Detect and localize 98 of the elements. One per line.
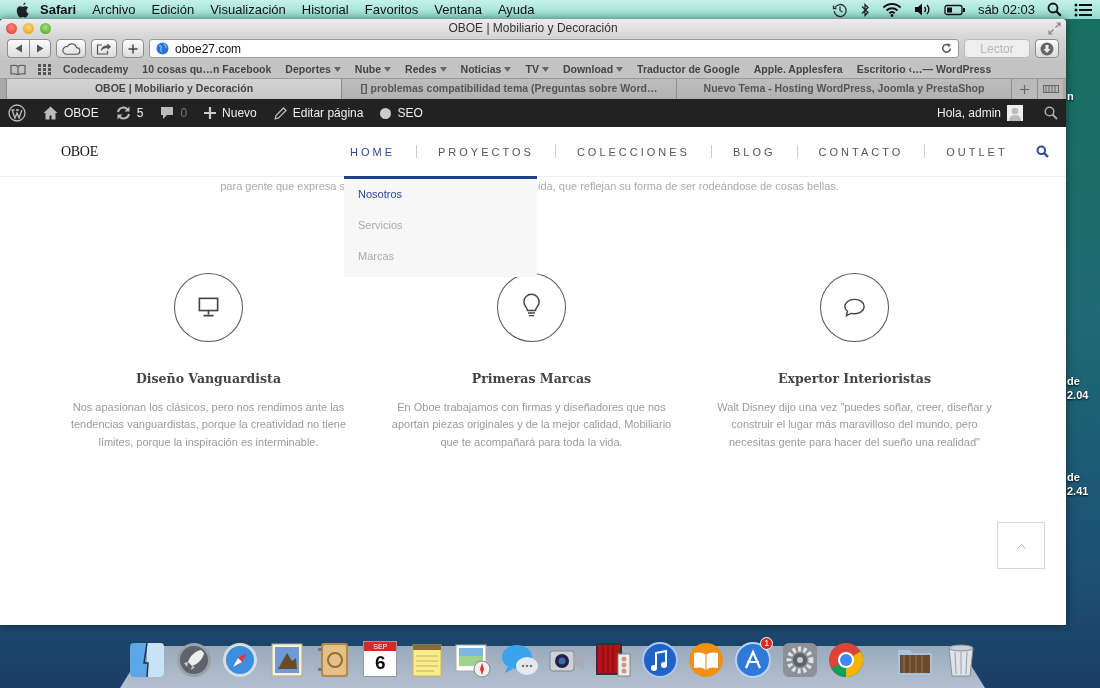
bookmark-link[interactable]: Download — [562, 63, 624, 75]
feature-text: En Oboe trabajamos con firmas y diseñadores que nos aportan piezas originales y de la mejor calidad. Mobiliario que te acompañará para toda la vida. — [390, 400, 673, 450]
search-icon[interactable] — [1047, 2, 1062, 17]
battery-icon[interactable] — [943, 3, 966, 16]
clock-text[interactable]: sáb 02:03 — [977, 2, 1035, 17]
admin-bar-link[interactable]: Hola, admin — [936, 106, 1001, 120]
menu-item[interactable]: Favoritos — [364, 2, 419, 17]
grid-icon[interactable] — [38, 63, 51, 75]
bookmark-link[interactable]: TV — [525, 63, 549, 75]
back-button[interactable] — [7, 39, 29, 58]
bookmark-link[interactable]: Codecademy — [63, 63, 129, 75]
download-icon — [1040, 41, 1054, 56]
bookmark-link[interactable]: Escritorio ‹…— WordPress — [856, 63, 992, 75]
browser-tab[interactable]: OBOE | Mobiliario y Decoración — [6, 79, 341, 99]
feature-title: Primeras Marcas — [471, 371, 592, 386]
wordpress-logo-icon — [8, 104, 26, 122]
menu-item[interactable]: Safari — [40, 2, 77, 17]
search-icon[interactable] — [1035, 145, 1049, 158]
dropdown-item[interactable]: Nosotros — [344, 184, 537, 215]
menu-item[interactable]: Ventana — [434, 2, 482, 17]
desktop-icon-label[interactable]: 2.04 — [1067, 389, 1089, 401]
dot-icon — [380, 107, 392, 119]
tabs-overview-icon — [1042, 85, 1059, 93]
forward-arrow-icon — [36, 44, 44, 53]
expand-arrows-icon[interactable] — [1048, 22, 1061, 35]
tab-overview-button[interactable] — [1037, 79, 1063, 99]
desktop-icon-label[interactable]: 2.41 — [1067, 485, 1089, 497]
menu-item[interactable]: Historial — [301, 2, 349, 17]
nav-link[interactable]: PROYECTOS — [438, 146, 534, 158]
feature-title: Expertor Interioristas — [778, 371, 931, 386]
feature-text: Nos apasionan los clásicos, pero nos rendimos ante las tendencias vanguardistas, porque la creatividad no tiene límites, porque la inspiración es interminable. — [69, 400, 348, 450]
share-icon — [96, 42, 112, 55]
plus-icon — [204, 107, 217, 119]
notification-badge: 1 — [760, 637, 774, 650]
caret-up-icon — [1016, 542, 1026, 549]
cloud-icon — [61, 42, 81, 55]
bookmark-link[interactable]: Nube — [354, 63, 392, 75]
nav-link[interactable]: BLOG — [732, 146, 776, 158]
forward-button[interactable] — [29, 39, 51, 58]
reload-icon[interactable] — [941, 43, 952, 54]
feature-text: Walt Disney dijo una vez "puedes soñar, creer, diseñar y construir el lugar más maravilloso del mundo, pero necesitas gente para hacer del sueño una realidad" — [716, 400, 993, 450]
admin-bar-link[interactable]: OBOE — [64, 106, 99, 120]
admin-bar-link[interactable]: SEO — [397, 106, 423, 120]
bookmark-link[interactable]: Deportes — [285, 63, 341, 75]
avatar-icon — [1007, 105, 1023, 121]
house-icon — [43, 106, 58, 120]
close-button[interactable] — [6, 23, 17, 34]
new-tab-button[interactable] — [1011, 79, 1037, 99]
wifi-icon[interactable] — [881, 2, 902, 17]
globe-icon — [156, 42, 169, 55]
desktop-icon-label[interactable]: de — [1067, 471, 1080, 483]
menu-item[interactable]: Ayuda — [497, 2, 535, 17]
admin-bar-link[interactable]: 0 — [180, 106, 188, 120]
admin-bar-link[interactable]: Editar página — [292, 106, 364, 120]
nav-link[interactable]: COLECCIONES — [576, 146, 690, 158]
feature-title: Diseño Vanguardista — [136, 371, 281, 386]
nav-link[interactable]: HOME — [350, 146, 395, 158]
plus-icon — [128, 43, 138, 54]
menu-item[interactable]: Visualización — [210, 2, 286, 17]
menu-item[interactable]: Edición — [151, 2, 195, 17]
admin-bar-link[interactable]: 5 — [136, 106, 144, 120]
bookmark-link[interactable]: 10 cosas qu…n Facebook — [142, 63, 272, 75]
browser-tab[interactable]: Nuevo Tema - Hosting WordPress, Joomla y PrestaShop — [676, 79, 1011, 99]
search-icon[interactable] — [1044, 106, 1058, 120]
add-button[interactable] — [122, 39, 144, 58]
nav-link[interactable]: OUTLET — [946, 146, 1008, 158]
desktop-icon-label[interactable]: de — [1067, 375, 1080, 387]
music-note-icon[interactable] — [639, 640, 680, 680]
list-icon[interactable] — [1074, 2, 1092, 17]
monitor-icon — [174, 273, 243, 342]
bookmark-link[interactable]: Traductor de Google — [637, 63, 740, 75]
admin-bar-link[interactable]: Nuevo — [222, 106, 257, 120]
book-icon[interactable] — [10, 63, 26, 75]
browser-tab[interactable]: [] problemas compatibilidad tema (Preguntas sobre Word… — [341, 79, 676, 99]
nav-link[interactable]: CONTACTO — [818, 146, 904, 158]
speaker-icon[interactable] — [913, 2, 932, 17]
cloud-button[interactable] — [56, 39, 86, 58]
download-button[interactable] — [1035, 39, 1059, 58]
share-button[interactable] — [91, 39, 117, 58]
address-field[interactable]: oboe27.com — [149, 39, 959, 58]
pencil-icon — [273, 106, 287, 120]
window-title: OBOE | Mobiliario y Decoración — [448, 21, 618, 35]
clock-arrow-icon[interactable] — [831, 1, 848, 18]
desktop-icon-label[interactable]: n — [1067, 90, 1074, 102]
site-logo[interactable]: OBOE — [61, 143, 351, 160]
bluetooth-icon[interactable] — [859, 1, 870, 18]
back-arrow-icon — [14, 44, 23, 53]
apple-icon[interactable] — [16, 1, 30, 18]
bookmark-link[interactable]: Redes — [405, 63, 447, 75]
curtain-icon[interactable] — [593, 640, 634, 680]
speech-bubble-icon — [820, 273, 889, 342]
menu-item[interactable]: Archivo — [92, 2, 136, 17]
bookmark-link[interactable]: Noticias — [460, 63, 512, 75]
intro-text: ida, que reflejan su forma de ser rodeándose de cosas bellas. — [538, 180, 839, 192]
plus-icon — [1020, 84, 1029, 94]
refresh-icon — [115, 106, 131, 120]
speech-bubble-icon — [160, 106, 175, 120]
bookmark-link[interactable]: Apple. Applesfera — [753, 63, 843, 75]
